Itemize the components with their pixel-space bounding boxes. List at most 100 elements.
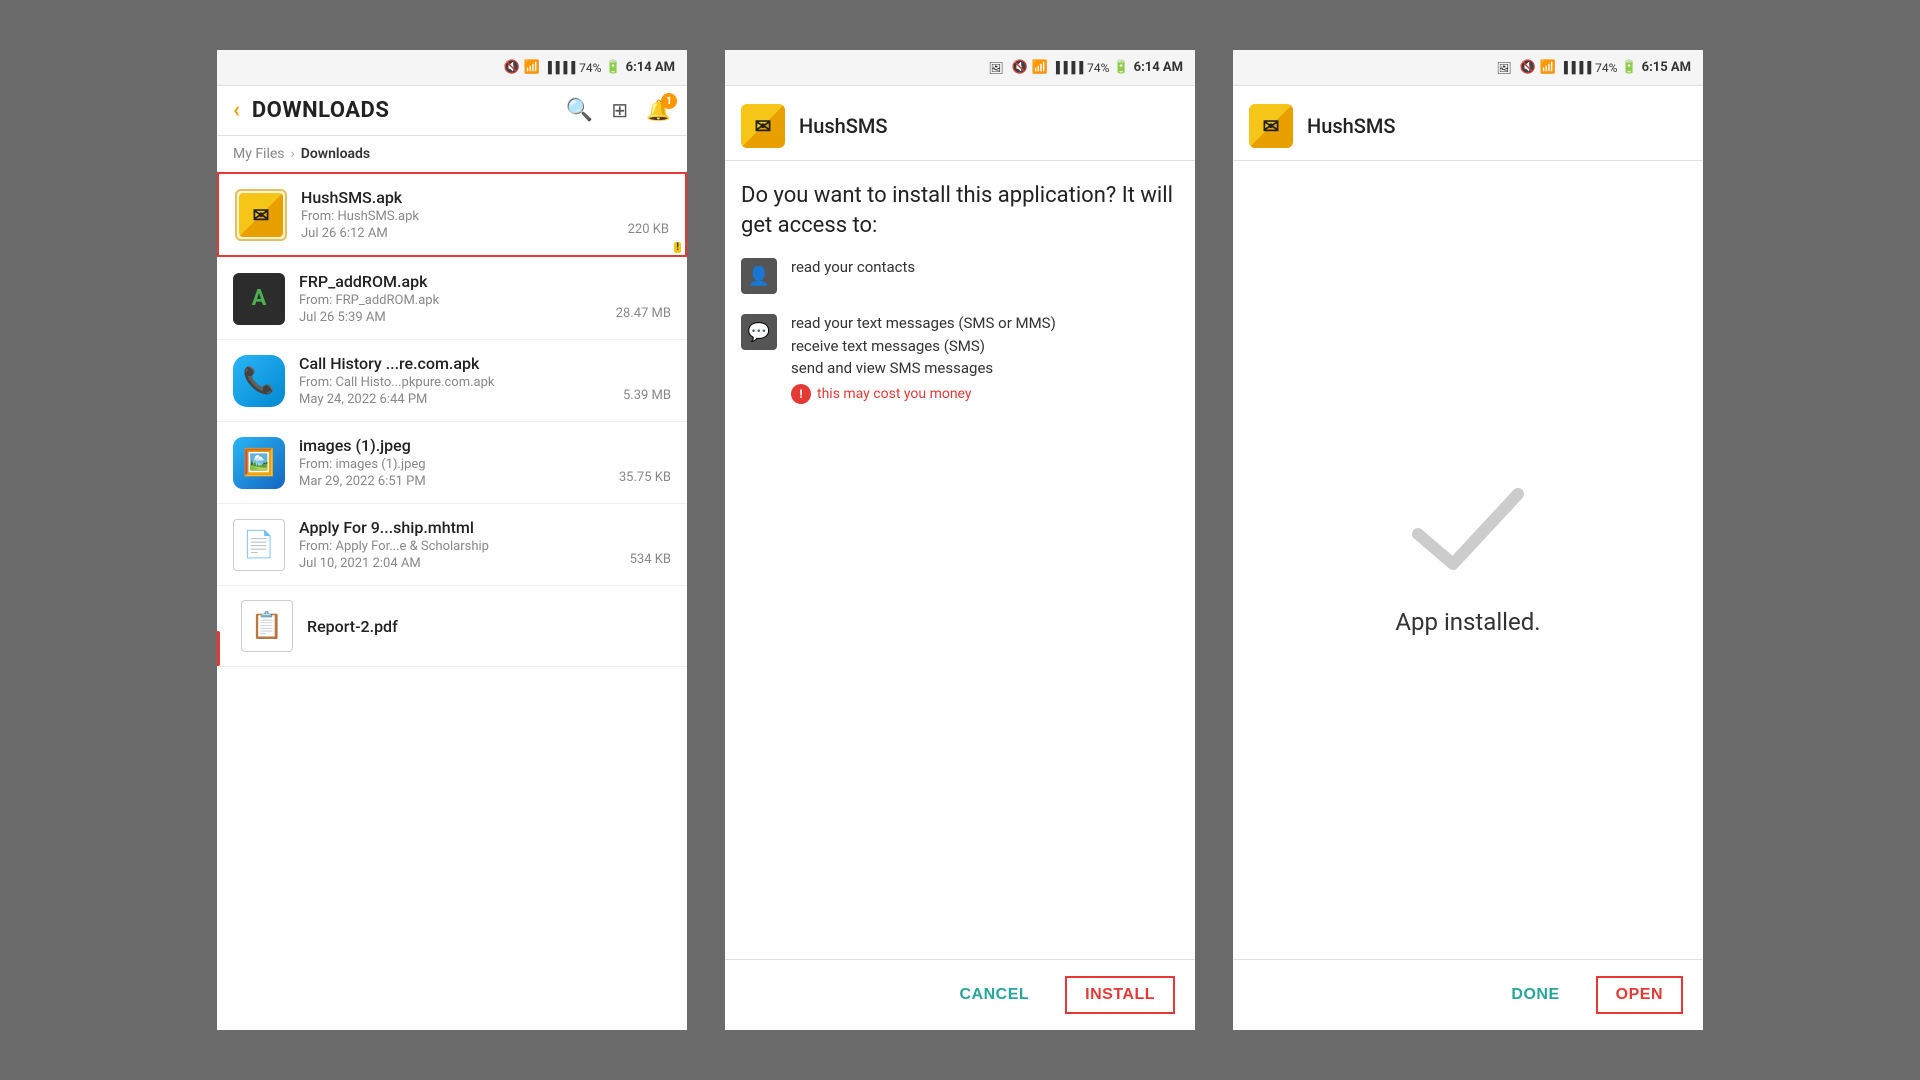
breadcrumb-current: Downloads: [301, 146, 370, 162]
permissions-list: 👤 read your contacts 💬 read your text me…: [725, 256, 1195, 959]
signal-icon-2: ▐▐▐▐: [1052, 61, 1083, 74]
file-info: Call History ...re.com.apk From: Call Hi…: [299, 354, 609, 407]
permission-text-contacts: read your contacts: [791, 256, 915, 279]
battery-icon-3: 🔋: [1621, 60, 1637, 75]
app-title-3: HushSMS: [1307, 114, 1395, 138]
wifi-icon: 📶: [524, 60, 540, 75]
open-button[interactable]: OPEN: [1596, 976, 1683, 1014]
status-bar-3: 🖼 🔇 📶 ▐▐▐▐ 74% 🔋 6:15 AM: [1233, 50, 1703, 86]
app-icon: ✉: [741, 104, 785, 148]
file-info: FRP_addROM.apk From: FRP_addROM.apk Jul …: [299, 272, 602, 325]
battery-percentage: 74%: [579, 61, 601, 75]
battery-icon-2: 🔋: [1113, 60, 1129, 75]
file-info: Apply For 9...ship.mhtml From: Apply For…: [299, 518, 616, 571]
file-size: 28.47 MB: [616, 306, 671, 321]
file-list: ✉ ! HushSMS.apk From: HushSMS.apk Jul 26…: [217, 172, 687, 1030]
install-app-header: ✉ HushSMS: [725, 86, 1195, 161]
status-time-3: 6:15 AM: [1642, 60, 1691, 75]
screen1-downloads: 🔇 📶 ▐▐▐▐ 74% 🔋 6:14 AM ‹ DOWNLOADS 🔍 ⊞ 🔔…: [217, 50, 687, 1030]
list-item[interactable]: 📋 Report-2.pdf: [217, 586, 687, 667]
mute-icon-2: 🔇: [1012, 60, 1028, 75]
screen3-installed: 🖼 🔇 📶 ▐▐▐▐ 74% 🔋 6:15 AM ✉ HushSMS: [1233, 50, 1703, 1030]
file-date: Mar 29, 2022 6:51 PM: [299, 474, 605, 489]
battery-icon: 🔋: [605, 60, 621, 75]
cancel-button[interactable]: CANCEL: [947, 978, 1041, 1012]
permission-warning: ! this may cost you money: [791, 384, 1056, 404]
installed-app-header: ✉ HushSMS: [1233, 86, 1703, 161]
signal-icon: ▐▐▐▐: [544, 61, 575, 74]
notification-icon[interactable]: 🔔 1: [646, 98, 671, 123]
photo-icon-3: 🖼: [1496, 61, 1511, 75]
file-icon-doc: 📄: [233, 519, 285, 571]
wifi-icon-3: 📶: [1540, 60, 1556, 75]
red-indicator: [217, 631, 220, 666]
photo-icon: 🖼: [988, 61, 1003, 75]
screen2-install: 🖼 🔇 📶 ▐▐▐▐ 74% 🔋 6:14 AM ✉ HushSMS Do yo…: [725, 50, 1195, 1030]
app-icon-3: ✉: [1249, 104, 1293, 148]
installed-content: App installed.: [1233, 161, 1703, 959]
file-name: Report-2.pdf: [307, 617, 671, 636]
status-time-2: 6:14 AM: [1134, 60, 1183, 75]
list-item[interactable]: ✉ ! HushSMS.apk From: HushSMS.apk Jul 26…: [217, 172, 687, 257]
file-date: May 24, 2022 6:44 PM: [299, 392, 609, 407]
file-name: Call History ...re.com.apk: [299, 354, 609, 373]
install-button[interactable]: INSTALL: [1065, 976, 1175, 1014]
file-size: 5.39 MB: [623, 388, 671, 403]
file-icon-img: 🖼️: [233, 437, 285, 489]
file-source: From: FRP_addROM.apk: [299, 293, 602, 308]
install-question: Do you want to install this application?…: [725, 161, 1195, 256]
downloads-header: ‹ DOWNLOADS 🔍 ⊞ 🔔 1: [217, 86, 687, 136]
file-source: From: images (1).jpeg: [299, 457, 605, 472]
status-bar-2: 🖼 🔇 📶 ▐▐▐▐ 74% 🔋 6:14 AM: [725, 50, 1195, 86]
breadcrumb-chevron: ›: [291, 146, 295, 162]
mute-icon-3: 🔇: [1520, 60, 1536, 75]
file-name: HushSMS.apk: [301, 188, 614, 207]
done-button[interactable]: DONE: [1499, 978, 1571, 1012]
list-item[interactable]: 🖼️ images (1).jpeg From: images (1).jpeg…: [217, 422, 687, 504]
file-source: From: Apply For...e & Scholarship: [299, 539, 616, 554]
file-name: images (1).jpeg: [299, 436, 605, 455]
file-date: Jul 26 6:12 AM: [301, 226, 614, 241]
page-title: DOWNLOADS: [252, 98, 566, 123]
file-icon-hushsms: ✉ !: [235, 189, 287, 241]
badge-count: 1: [661, 93, 677, 109]
file-source: From: Call Histo...pkpure.com.apk: [299, 375, 609, 390]
file-icon-frp: A: [233, 273, 285, 325]
file-size: 35.75 KB: [619, 470, 671, 485]
warning-icon: !: [791, 384, 811, 404]
signal-icon-3: ▐▐▐▐: [1560, 61, 1591, 74]
list-item[interactable]: 📞 Call History ...re.com.apk From: Call …: [217, 340, 687, 422]
sms-icon: 💬: [741, 314, 777, 350]
permission-contacts: 👤 read your contacts: [741, 256, 1179, 294]
status-bar-1: 🔇 📶 ▐▐▐▐ 74% 🔋 6:14 AM: [217, 50, 687, 86]
file-size: 534 KB: [630, 552, 671, 567]
install-buttons: CANCEL INSTALL: [725, 959, 1195, 1030]
checkmark-icon: [1408, 484, 1528, 578]
file-size: 220 KB: [628, 222, 669, 237]
status-time-1: 6:14 AM: [626, 60, 675, 75]
list-item[interactable]: A FRP_addROM.apk From: FRP_addROM.apk Ju…: [217, 258, 687, 340]
file-source: From: HushSMS.apk: [301, 209, 614, 224]
installed-text: App installed.: [1395, 608, 1540, 636]
warning-text: this may cost you money: [817, 386, 972, 402]
search-icon[interactable]: 🔍: [566, 98, 593, 123]
file-date: Jul 10, 2021 2:04 AM: [299, 556, 616, 571]
file-info: images (1).jpeg From: images (1).jpeg Ma…: [299, 436, 605, 489]
contact-icon: 👤: [741, 258, 777, 294]
grid-icon[interactable]: ⊞: [611, 98, 628, 123]
breadcrumb-root[interactable]: My Files: [233, 146, 285, 162]
file-info: HushSMS.apk From: HushSMS.apk Jul 26 6:1…: [301, 188, 614, 241]
file-icon-pdf: 📋: [241, 600, 293, 652]
wifi-icon-2: 📶: [1032, 60, 1048, 75]
mute-icon: 🔇: [504, 60, 520, 75]
file-name: Apply For 9...ship.mhtml: [299, 518, 616, 537]
permission-sms: 💬 read your text messages (SMS or MMS) r…: [741, 312, 1179, 404]
list-item[interactable]: 📄 Apply For 9...ship.mhtml From: Apply F…: [217, 504, 687, 586]
app-title: HushSMS: [799, 114, 887, 138]
installed-buttons: DONE OPEN: [1233, 959, 1703, 1030]
back-button[interactable]: ‹: [233, 98, 240, 123]
permission-text-sms: read your text messages (SMS or MMS) rec…: [791, 312, 1056, 380]
battery-pct-3: 74%: [1595, 61, 1617, 75]
file-date: Jul 26 5:39 AM: [299, 310, 602, 325]
file-name: FRP_addROM.apk: [299, 272, 602, 291]
